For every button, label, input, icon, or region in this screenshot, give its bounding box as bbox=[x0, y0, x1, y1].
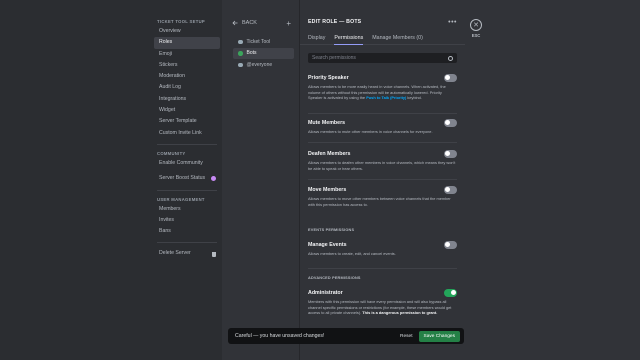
nav-item-roles[interactable]: Roles bbox=[154, 37, 220, 49]
roles-header: BACK + bbox=[222, 17, 299, 29]
tab-manage-members[interactable]: Manage Members (0) bbox=[372, 35, 423, 45]
more-options-icon[interactable]: ••• bbox=[448, 19, 457, 26]
boost-icon bbox=[211, 176, 216, 182]
nav-item-widget[interactable]: Widget bbox=[154, 105, 220, 116]
settings-sidebar: TICKET TOOL SETUP Overview Roles Emoji S… bbox=[152, 0, 222, 360]
permission-toggle[interactable] bbox=[444, 119, 457, 127]
unsaved-warning-text: Careful — you have unsaved changes! bbox=[235, 333, 325, 339]
back-button[interactable]: BACK bbox=[232, 20, 257, 26]
permission-name: Manage Events bbox=[308, 242, 347, 248]
permission-name: Administrator bbox=[308, 290, 343, 296]
permission-name: Deafen Members bbox=[308, 151, 351, 157]
arrow-left-icon bbox=[232, 20, 238, 26]
nav-item-members[interactable]: Members bbox=[154, 204, 220, 215]
divider bbox=[308, 268, 457, 269]
permission-name: Move Members bbox=[308, 187, 347, 193]
divider bbox=[308, 113, 457, 114]
divider bbox=[308, 142, 457, 143]
search-permissions-box bbox=[308, 53, 457, 63]
permission-name: Priority Speaker bbox=[308, 75, 349, 81]
nav-item-integrations[interactable]: Integrations bbox=[154, 94, 220, 105]
nav-item-moderation[interactable]: Moderation bbox=[154, 71, 220, 82]
nav-item-server-template[interactable]: Server Template bbox=[154, 116, 220, 127]
permission-description: Members with this permission will have e… bbox=[308, 299, 452, 315]
nav-item-invites[interactable]: Invites bbox=[154, 215, 220, 226]
role-color-dot bbox=[238, 62, 243, 67]
nav-item-label: Delete Server bbox=[159, 250, 191, 257]
search-icon bbox=[448, 55, 453, 61]
sidebar-background bbox=[0, 0, 152, 360]
permission-deafen-members: Deafen Members Allows members to deafen … bbox=[308, 150, 457, 171]
permission-manage-events: Manage Events Allows members to create, … bbox=[308, 241, 457, 257]
unsaved-actions: Reset Save Changes bbox=[400, 330, 460, 342]
tab-permissions[interactable]: Permissions bbox=[334, 35, 364, 45]
permission-toggle[interactable] bbox=[444, 289, 457, 297]
tab-bar: Display Permissions Manage Members (0) bbox=[300, 35, 465, 45]
role-item-ticket-tool[interactable]: Ticket Tool bbox=[233, 36, 294, 48]
permission-description: Allows members to create, edit, and canc… bbox=[308, 251, 396, 256]
nav-divider bbox=[157, 189, 217, 191]
role-name: Bots bbox=[246, 50, 257, 57]
esc-label: ESC bbox=[471, 33, 481, 38]
permission-toggle[interactable] bbox=[444, 186, 457, 194]
content-background bbox=[465, 0, 640, 360]
nav-header-community: COMMUNITY bbox=[157, 150, 186, 156]
permission-priority-speaker: Priority Speaker Allows members to be mo… bbox=[308, 74, 457, 101]
save-changes-button[interactable]: Save Changes bbox=[418, 330, 460, 342]
nav-header-user-management: USER MANAGEMENT bbox=[157, 196, 205, 202]
edit-role-header: EDIT ROLE — BOTS ••• bbox=[300, 17, 465, 27]
role-name: @everyone bbox=[246, 61, 273, 68]
nav-item-custom-invite-link[interactable]: Custom Invite Link bbox=[154, 128, 220, 139]
edit-role-panel: EDIT ROLE — BOTS ••• Display Permissions… bbox=[300, 0, 465, 360]
divider bbox=[308, 179, 457, 180]
permission-move-members: Move Members Allows members to move othe… bbox=[308, 186, 457, 207]
permission-toggle[interactable] bbox=[444, 150, 457, 158]
permission-description: Allows members to mute other members in … bbox=[308, 129, 433, 134]
unsaved-changes-bar: Careful — you have unsaved changes! Rese… bbox=[228, 328, 464, 344]
back-label: BACK bbox=[242, 20, 257, 26]
permission-description: Allows members to move other members bet… bbox=[308, 196, 451, 207]
page-title: EDIT ROLE — BOTS bbox=[308, 19, 362, 25]
nav-item-enable-community[interactable]: Enable Community bbox=[154, 158, 220, 169]
nav-item-emoji[interactable]: Emoji bbox=[154, 49, 220, 60]
permission-mute-members: Mute Members Allows members to mute othe… bbox=[308, 119, 457, 135]
role-item-bots[interactable]: Bots bbox=[233, 47, 294, 59]
role-color-dot bbox=[238, 51, 243, 56]
roles-list: Ticket Tool Bots @everyone bbox=[222, 36, 299, 71]
permission-description: Allows members to be more easily heard i… bbox=[308, 84, 446, 100]
permission-description: Allows members to deafen other members i… bbox=[308, 160, 456, 171]
permission-toggle[interactable] bbox=[444, 74, 457, 82]
push-to-talk-link[interactable]: Push to Talk (Priority) bbox=[366, 95, 406, 100]
permission-administrator: Administrator Members with this permissi… bbox=[308, 289, 457, 316]
nav-divider bbox=[157, 143, 217, 145]
roles-list-panel: BACK + Ticket Tool Bots @everyone bbox=[222, 0, 300, 360]
permission-toggle[interactable] bbox=[444, 241, 457, 249]
close-settings: ✕ ESC bbox=[469, 19, 483, 38]
section-header-events: EVENTS PERMISSIONS bbox=[308, 228, 355, 232]
nav-item-audit-log[interactable]: Audit Log bbox=[154, 82, 220, 93]
nav-item-bans[interactable]: Bans bbox=[154, 226, 220, 237]
nav-item-delete-server[interactable]: Delete Server bbox=[154, 248, 220, 259]
nav-item-overview[interactable]: Overview bbox=[154, 26, 220, 37]
role-color-dot bbox=[238, 39, 243, 44]
section-header-advanced: ADVANCED PERMISSIONS bbox=[308, 276, 361, 280]
nav-divider bbox=[157, 242, 217, 244]
nav-item-stickers[interactable]: Stickers bbox=[154, 60, 220, 71]
nav-header-server: TICKET TOOL SETUP bbox=[157, 19, 205, 24]
permission-name: Mute Members bbox=[308, 120, 346, 126]
add-role-icon[interactable]: + bbox=[286, 19, 291, 28]
tab-display[interactable]: Display bbox=[308, 35, 325, 45]
search-input[interactable] bbox=[312, 55, 432, 61]
role-item-everyone[interactable]: @everyone bbox=[233, 59, 294, 71]
role-name: Ticket Tool bbox=[246, 38, 271, 45]
reset-button[interactable]: Reset bbox=[400, 334, 413, 339]
nav-item-label: Server Boost Status bbox=[159, 175, 206, 182]
trash-icon bbox=[212, 251, 216, 257]
close-icon[interactable]: ✕ bbox=[470, 19, 482, 31]
nav-item-server-boost-status[interactable]: Server Boost Status bbox=[154, 173, 220, 184]
